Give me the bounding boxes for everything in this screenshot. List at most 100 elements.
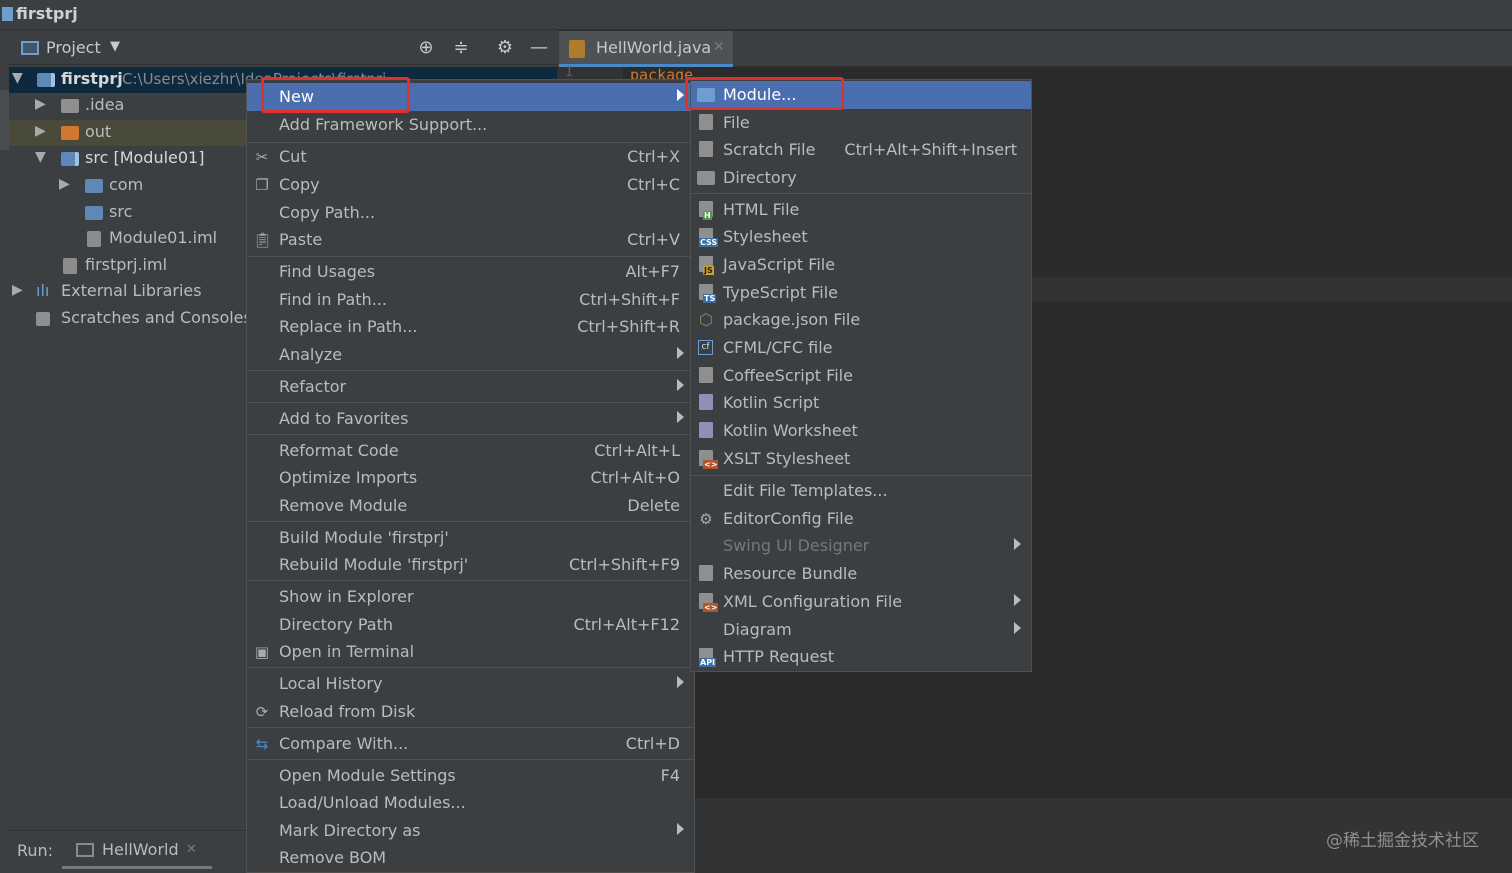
menu-item-directory-path[interactable]: Directory Path Ctrl+Alt+F12 bbox=[247, 611, 694, 639]
module-folder-icon bbox=[61, 152, 79, 166]
menu-item-directory[interactable]: Directory bbox=[691, 164, 1031, 192]
expand-arrow-icon[interactable]: ▼ bbox=[35, 149, 49, 165]
locate-icon[interactable]: ⊕ bbox=[415, 37, 437, 58]
chevron-down-icon[interactable]: ▼ bbox=[110, 39, 120, 54]
menu-item-typescript-file[interactable]: TS TypeScript File bbox=[691, 279, 1031, 307]
menu-item-copy[interactable]: ❐ Copy Ctrl+C bbox=[247, 171, 694, 199]
expand-arrow-icon[interactable]: ▶ bbox=[12, 282, 26, 298]
menu-item-edit-file-templates[interactable]: Edit File Templates... bbox=[691, 477, 1031, 505]
tree-item-label: src bbox=[109, 202, 133, 221]
menu-item-resource-bundle[interactable]: Resource Bundle bbox=[691, 560, 1031, 588]
menu-separator bbox=[247, 402, 694, 403]
menu-item-open-module-settings[interactable]: Open Module Settings F4 bbox=[247, 762, 694, 790]
expand-arrow-icon[interactable]: ▶ bbox=[59, 176, 73, 192]
menu-item-reload-from-disk[interactable]: ⟳ Reload from Disk bbox=[247, 698, 694, 726]
menu-item-stylesheet[interactable]: CSS Stylesheet bbox=[691, 223, 1031, 251]
menu-item-remove-module[interactable]: Remove Module Delete bbox=[247, 492, 694, 520]
menu-item-rebuild-module[interactable]: Rebuild Module 'firstprj' Ctrl+Shift+F9 bbox=[247, 551, 694, 579]
module-folder-icon bbox=[37, 73, 55, 87]
menu-item-label: JavaScript File bbox=[723, 255, 836, 274]
menu-item-file[interactable]: File bbox=[691, 109, 1031, 137]
menu-separator bbox=[691, 193, 1031, 194]
menu-separator bbox=[247, 580, 694, 581]
menu-item-diagram[interactable]: Diagram bbox=[691, 616, 1031, 644]
menu-item-replace-in-path[interactable]: Replace in Path... Ctrl+Shift+R bbox=[247, 313, 694, 341]
typescript-file-icon: TS bbox=[699, 284, 717, 303]
xslt-file-icon: <> bbox=[699, 450, 719, 469]
menu-item-shortcut: Ctrl+D bbox=[625, 734, 680, 753]
run-tab-hellworld[interactable]: HellWorld ✕ bbox=[62, 831, 212, 869]
file-icon bbox=[699, 114, 713, 130]
menu-item-paste[interactable]: 📋︎ Paste Ctrl+V bbox=[247, 226, 694, 254]
hide-panel-icon[interactable]: — bbox=[528, 37, 550, 58]
menu-item-refactor[interactable]: Refactor bbox=[247, 373, 694, 401]
menu-item-label: XSLT Stylesheet bbox=[723, 449, 851, 468]
expand-arrow-icon[interactable]: ▶ bbox=[35, 96, 49, 112]
menu-item-kotlin-worksheet[interactable]: Kotlin Worksheet bbox=[691, 417, 1031, 445]
line-number: 1 bbox=[565, 65, 574, 80]
tab-hellworld-java[interactable]: HellWorld.java ✕ bbox=[559, 31, 733, 67]
tree-item-label: Scratches and Consoles bbox=[61, 308, 252, 327]
menu-item-copy-path[interactable]: Copy Path... bbox=[247, 199, 694, 227]
menu-item-label: EditorConfig File bbox=[723, 509, 854, 528]
folder-icon bbox=[61, 126, 79, 140]
menu-item-label: File bbox=[723, 113, 750, 132]
menu-item-optimize-imports[interactable]: Optimize Imports Ctrl+Alt+O bbox=[247, 464, 694, 492]
menu-item-add-to-favorites[interactable]: Add to Favorites bbox=[247, 405, 694, 433]
menu-item-analyze[interactable]: Analyze bbox=[247, 341, 694, 369]
gear-icon[interactable]: ⚙ bbox=[494, 37, 516, 58]
menu-item-swing-ui-designer[interactable]: Swing UI Designer bbox=[691, 532, 1031, 560]
expand-arrow-icon[interactable]: ▼ bbox=[12, 70, 26, 86]
expand-arrow-icon[interactable]: ▶ bbox=[35, 123, 49, 139]
menu-item-package-json-file[interactable]: ⬡ package.json File bbox=[691, 306, 1031, 334]
menu-item-reformat-code[interactable]: Reformat Code Ctrl+Alt+L bbox=[247, 437, 694, 465]
menu-item-label: Replace in Path... bbox=[279, 317, 418, 336]
menu-item-label: TypeScript File bbox=[723, 283, 839, 302]
menu-item-compare-with[interactable]: ⇆ Compare With... Ctrl+D bbox=[247, 730, 694, 758]
project-tool-button[interactable] bbox=[0, 90, 9, 150]
menu-item-open-in-terminal[interactable]: ▣ Open in Terminal bbox=[247, 638, 694, 666]
tree-item-label: External Libraries bbox=[61, 281, 202, 300]
left-tool-stripe[interactable] bbox=[0, 30, 9, 873]
menu-item-label: HTML File bbox=[723, 200, 800, 219]
menu-item-mark-directory-as[interactable]: Mark Directory as bbox=[247, 817, 694, 845]
menu-item-label: Copy Path... bbox=[279, 203, 376, 222]
menu-item-scratch-file[interactable]: Scratch File Ctrl+Alt+Shift+Insert bbox=[691, 136, 1031, 164]
nodejs-icon: ⬡ bbox=[699, 310, 713, 329]
menu-item-javascript-file[interactable]: JS JavaScript File bbox=[691, 251, 1031, 279]
menu-item-build-module[interactable]: Build Module 'firstprj' bbox=[247, 524, 694, 552]
menu-item-label: Load/Unload Modules... bbox=[279, 793, 466, 812]
menu-item-find-in-path[interactable]: Find in Path... Ctrl+Shift+F bbox=[247, 286, 694, 314]
menu-item-local-history[interactable]: Local History bbox=[247, 670, 694, 698]
menu-item-load-unload-modules[interactable]: Load/Unload Modules... bbox=[247, 789, 694, 817]
menu-item-cut[interactable]: ✂ Cut Ctrl+X bbox=[247, 143, 694, 171]
html-badge: H bbox=[703, 211, 712, 220]
menu-item-xslt-stylesheet[interactable]: <> XSLT Stylesheet bbox=[691, 445, 1031, 473]
close-icon[interactable]: ✕ bbox=[186, 842, 197, 857]
menu-item-xml-configuration-file[interactable]: <> XML Configuration File bbox=[691, 588, 1031, 616]
menu-item-cfml-file[interactable]: cf CFML/CFC file bbox=[691, 334, 1031, 362]
menu-item-kotlin-script[interactable]: Kotlin Script bbox=[691, 389, 1031, 417]
iml-file-icon bbox=[63, 258, 77, 274]
menu-item-http-request[interactable]: API HTTP Request bbox=[691, 643, 1031, 671]
submenu-arrow-icon bbox=[1014, 594, 1021, 606]
close-icon[interactable]: ✕ bbox=[713, 39, 725, 55]
menu-item-label: Copy bbox=[279, 175, 320, 194]
menu-item-coffeescript-file[interactable]: CoffeeScript File bbox=[691, 362, 1031, 390]
menu-item-label: Open in Terminal bbox=[279, 642, 415, 661]
menu-item-remove-bom[interactable]: Remove BOM bbox=[247, 844, 694, 872]
collapse-all-icon[interactable]: ≑ bbox=[450, 37, 472, 58]
menu-item-add-framework-support[interactable]: Add Framework Support... bbox=[247, 111, 694, 139]
tree-item-label: out bbox=[85, 122, 112, 141]
editor-tab-bar: HellWorld.java ✕ bbox=[557, 31, 1512, 67]
menu-item-show-in-explorer[interactable]: Show in Explorer bbox=[247, 583, 694, 611]
tree-item-label: firstprj.iml bbox=[85, 255, 168, 274]
project-view-label[interactable]: Project bbox=[46, 38, 101, 57]
menu-item-editorconfig-file[interactable]: ⚙ EditorConfig File bbox=[691, 505, 1031, 533]
run-label: Run: bbox=[17, 841, 54, 860]
kotlin-script-icon bbox=[699, 394, 713, 410]
menu-item-find-usages[interactable]: Find Usages Alt+F7 bbox=[247, 258, 694, 286]
menu-item-shortcut: Alt+F7 bbox=[625, 262, 680, 281]
source-folder-icon bbox=[85, 206, 103, 220]
menu-item-html-file[interactable]: H HTML File bbox=[691, 196, 1031, 224]
